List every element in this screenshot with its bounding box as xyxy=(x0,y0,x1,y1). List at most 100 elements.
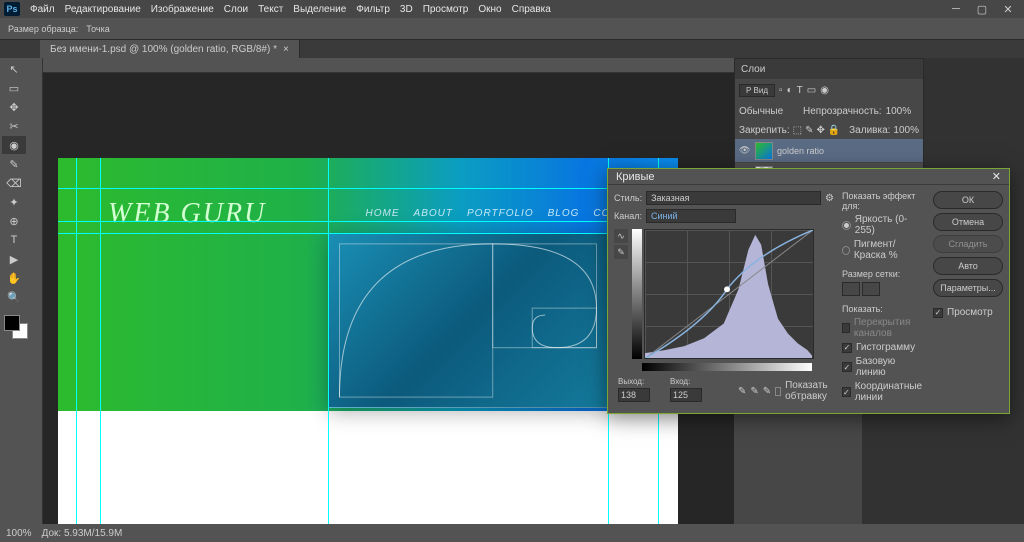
curve-graph[interactable] xyxy=(644,229,814,359)
menu-select[interactable]: Выделение xyxy=(293,4,346,15)
show-clipping-checkbox[interactable] xyxy=(775,387,781,396)
app-logo-icon: Ps xyxy=(4,2,20,16)
output-input[interactable] xyxy=(618,388,650,402)
eyedropper-white-icon[interactable]: ✎ xyxy=(763,386,771,397)
visibility-icon[interactable]: 👁 xyxy=(739,145,751,156)
guide[interactable] xyxy=(328,158,329,524)
menu-file[interactable]: Файл xyxy=(30,4,55,15)
smooth-button[interactable]: Сгладить xyxy=(933,235,1003,253)
doc-size[interactable]: Док: 5.93M/15.9M xyxy=(42,528,123,539)
opacity-value[interactable]: 100% xyxy=(886,106,912,117)
eyedropper-tool[interactable]: ◉ xyxy=(2,136,26,154)
menu-window[interactable]: Окно xyxy=(478,4,501,15)
blend-mode-select[interactable]: Обычные xyxy=(739,106,799,117)
lasso-tool[interactable]: ✥ xyxy=(2,98,26,116)
lock-label: Закрепить: xyxy=(739,125,790,136)
menu-text[interactable]: Текст xyxy=(258,4,283,15)
lock-icon[interactable]: 🔒 xyxy=(828,125,840,136)
path-tool[interactable]: ▶ xyxy=(2,250,26,268)
layer-item[interactable]: 👁 golden ratio xyxy=(735,139,923,163)
dodge-tool[interactable]: ⊕ xyxy=(2,212,26,230)
show-clipping-label: Показать обтравку xyxy=(785,380,834,402)
menu-help[interactable]: Справка xyxy=(512,4,551,15)
menu-bar: Ps Файл Редактирование Изображение Слои … xyxy=(0,0,1024,18)
artboard[interactable]: WEB GURU HOME ABOUT PORTFOLIO BLOG CONTA… xyxy=(58,158,678,524)
eyedropper-black-icon[interactable]: ✎ xyxy=(738,386,746,397)
hero-title: WEB GURU xyxy=(108,198,266,230)
minimize-icon[interactable]: ─ xyxy=(944,2,968,16)
menu-image[interactable]: Изображение xyxy=(151,4,214,15)
vertical-ruler[interactable] xyxy=(28,58,43,524)
filter-icon[interactable]: T xyxy=(797,85,803,96)
show-label: Показать: xyxy=(842,304,925,314)
type-tool[interactable]: T xyxy=(2,231,26,249)
dialog-close-icon[interactable]: ✕ xyxy=(992,170,1001,183)
lock-icon[interactable]: ⬚ xyxy=(793,125,802,136)
guide[interactable] xyxy=(76,158,77,524)
grid-small-button[interactable] xyxy=(842,282,860,296)
marquee-tool[interactable]: ▭ xyxy=(2,79,26,97)
check-baseline[interactable]: Базовую линию xyxy=(842,356,925,378)
gradient-tool[interactable]: ✦ xyxy=(2,193,26,211)
foreground-color-swatch[interactable] xyxy=(4,315,20,331)
eyedropper-gray-icon[interactable]: ✎ xyxy=(750,386,758,397)
check-intersection[interactable]: Координатные линии xyxy=(842,381,925,403)
curve-point-tool[interactable]: ∿ xyxy=(614,229,628,243)
display-label: Показать эффект для: xyxy=(842,191,925,211)
menu-edit[interactable]: Редактирование xyxy=(65,4,141,15)
menu-filter[interactable]: Фильтр xyxy=(356,4,390,15)
radio-light[interactable]: Яркость (0-255) xyxy=(842,214,925,236)
dialog-titlebar[interactable]: Кривые ✕ xyxy=(608,169,1009,185)
hand-tool[interactable]: ✋ xyxy=(2,269,26,287)
sample-size-label: Размер образца: xyxy=(8,24,78,34)
lock-icon[interactable]: ✎ xyxy=(805,125,813,136)
opacity-label: Непрозрачность: xyxy=(803,106,882,117)
sample-size-value[interactable]: Точка xyxy=(86,24,109,34)
filter-icon[interactable]: ◐ xyxy=(787,85,793,96)
filter-icon[interactable]: ◉ xyxy=(820,85,829,96)
zoom-level[interactable]: 100% xyxy=(6,528,32,539)
cancel-button[interactable]: Отмена xyxy=(933,213,1003,231)
horizontal-ruler[interactable] xyxy=(43,58,734,73)
filter-icon[interactable]: ▫ xyxy=(779,85,783,96)
check-histogram[interactable]: Гистограмму xyxy=(842,342,925,353)
menu-layer[interactable]: Слои xyxy=(224,4,248,15)
ok-button[interactable]: ОК xyxy=(933,191,1003,209)
document-tab-label: Без имени-1.psd @ 100% (golden ratio, RG… xyxy=(50,44,277,55)
radio-pigment[interactable]: Пигмент/Краска % xyxy=(842,239,925,261)
guide[interactable] xyxy=(58,221,678,222)
check-overlays[interactable]: Перекрытия каналов xyxy=(842,317,925,339)
grid-large-button[interactable] xyxy=(862,282,880,296)
guide[interactable] xyxy=(100,158,101,524)
guide[interactable] xyxy=(58,188,678,189)
channel-select[interactable]: Синий xyxy=(646,209,736,223)
fill-value[interactable]: 100% xyxy=(893,125,919,136)
layer-filter[interactable]: Р Вид xyxy=(739,84,775,97)
grid-size-label: Размер сетки: xyxy=(842,269,925,279)
move-tool[interactable]: ↖ xyxy=(2,60,26,78)
preset-select[interactable]: Заказная xyxy=(646,191,821,205)
input-gradient xyxy=(642,363,812,371)
close-icon[interactable]: ✕ xyxy=(996,2,1020,16)
zoom-tool[interactable]: 🔍 xyxy=(2,288,26,306)
params-button[interactable]: Параметры... xyxy=(933,279,1003,297)
preview-checkbox[interactable]: Просмотр xyxy=(933,307,1003,318)
tab-close-icon[interactable]: × xyxy=(283,44,289,55)
layers-tab[interactable]: Слои xyxy=(741,64,765,75)
color-swatches[interactable] xyxy=(2,315,26,345)
input-input[interactable] xyxy=(670,388,702,402)
document-tab[interactable]: Без имени-1.psd @ 100% (golden ratio, RG… xyxy=(40,40,300,58)
menu-3d[interactable]: 3D xyxy=(400,4,413,15)
brush-tool[interactable]: ✎ xyxy=(2,155,26,173)
gear-icon[interactable]: ⚙ xyxy=(825,193,834,204)
filter-icon[interactable]: ▭ xyxy=(807,85,816,96)
maximize-icon[interactable]: ▢ xyxy=(970,2,994,16)
lock-icon[interactable]: ✥ xyxy=(817,125,825,136)
crop-tool[interactable]: ✂ xyxy=(2,117,26,135)
guide[interactable] xyxy=(58,233,678,234)
curve-pencil-tool[interactable]: ✎ xyxy=(614,245,628,259)
eraser-tool[interactable]: ⌫ xyxy=(2,174,26,192)
menu-view[interactable]: Просмотр xyxy=(423,4,469,15)
nav-about: ABOUT xyxy=(414,208,453,219)
auto-button[interactable]: Авто xyxy=(933,257,1003,275)
